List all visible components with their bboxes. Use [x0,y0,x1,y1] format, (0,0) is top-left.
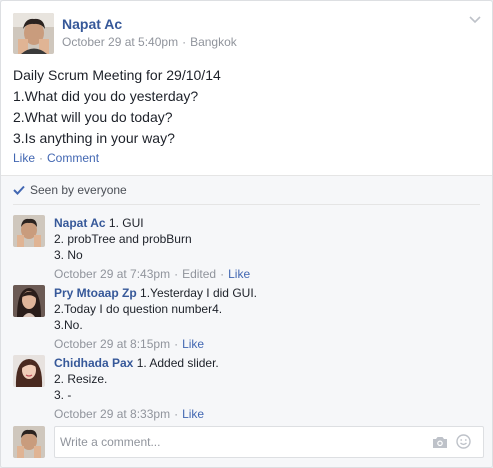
comment-item: Pry Mtoaap Zp 1.Yesterday I did GUI. 2.T… [13,285,257,352]
comment-item: Napat Ac 1. GUI 2. probTree and probBurn… [13,215,250,282]
post-line: Daily Scrum Meeting for 29/10/14 [13,67,221,83]
post-meta: October 29 at 5:40pm · Bangkok [62,33,237,51]
comment-body: Pry Mtoaap Zp 1.Yesterday I did GUI. 2.T… [54,285,257,352]
divider [1,175,492,176]
comment-meta: October 29 at 8:33pm · Like [54,406,219,422]
post-author-avatar[interactable] [13,13,54,54]
comment-line: 1. Added slider. [136,356,219,370]
comment-line: 2.Today I do question number4. [54,302,223,316]
post-body: Daily Scrum Meeting for 29/10/14 1.What … [13,65,221,149]
comment-avatar[interactable] [13,355,45,387]
check-icon [13,185,25,195]
post-author-name[interactable]: Napat Ac [62,15,237,33]
post-actions: Like · Comment [13,150,99,166]
comment-avatar[interactable] [13,215,45,247]
comment-meta: October 29 at 8:15pm · Like [54,336,257,352]
comment-line: 3.No. [54,318,83,332]
comment-edited[interactable]: Edited [182,266,216,282]
comment-item: Chidhada Pax 1. Added slider. 2. Resize.… [13,355,219,422]
seen-status: Seen by everyone [13,182,127,198]
post-location[interactable]: Bangkok [190,33,237,51]
comment-line: 3. - [54,388,72,402]
comment-line: 3. No [54,248,83,262]
comment-author[interactable]: Chidhada Pax [54,356,133,370]
like-link[interactable]: Like [13,150,35,166]
post-header-text: Napat Ac October 29 at 5:40pm · Bangkok [62,15,237,57]
comment-input[interactable]: Write a comment... [54,426,484,458]
chevron-down-icon[interactable] [468,13,482,27]
composer-avatar [13,426,45,458]
comment-line: 2. Resize. [54,372,108,386]
comment-body: Napat Ac 1. GUI 2. probTree and probBurn… [54,215,250,282]
meta-separator: · [182,35,187,49]
emoji-icon[interactable] [456,434,471,449]
post-card: Napat Ac October 29 at 5:40pm · Bangkok … [0,0,493,468]
comment-author[interactable]: Napat Ac [54,216,106,230]
comment-author[interactable]: Pry Mtoaap Zp [54,286,137,300]
comment-avatar[interactable] [13,285,45,317]
post-timestamp[interactable]: October 29 at 5:40pm [62,33,178,51]
meta-separator: · [174,407,179,421]
post-header: Napat Ac October 29 at 5:40pm · Bangkok [13,13,237,57]
comment-timestamp[interactable]: October 29 at 7:43pm [54,266,170,282]
comment-like-link[interactable]: Like [228,266,250,282]
comment-timestamp[interactable]: October 29 at 8:33pm [54,406,170,422]
comment-input-placeholder: Write a comment... [60,435,161,449]
comment-body: Chidhada Pax 1. Added slider. 2. Resize.… [54,355,219,422]
actions-separator: · [39,151,44,165]
meta-separator: · [220,267,225,281]
post-line: 3.Is anything in your way? [13,130,175,146]
post-line: 1.What did you do yesterday? [13,88,199,104]
comment-like-link[interactable]: Like [182,336,204,352]
comment-line: 1.Yesterday I did GUI. [140,286,257,300]
comment-timestamp[interactable]: October 29 at 8:15pm [54,336,170,352]
comment-line: 2. probTree and probBurn [54,232,192,246]
divider [13,204,480,205]
seen-label: Seen by everyone [30,183,127,197]
meta-separator: · [174,337,179,351]
post-line: 2.What will you do today? [13,109,173,125]
camera-icon[interactable] [432,435,448,449]
comment-like-link[interactable]: Like [182,406,204,422]
comment-meta: October 29 at 7:43pm · Edited · Like [54,266,250,282]
comment-line: 1. GUI [108,216,144,230]
meta-separator: · [174,267,179,281]
composer-avatar-wrap [13,426,45,458]
comment-link[interactable]: Comment [47,150,99,166]
